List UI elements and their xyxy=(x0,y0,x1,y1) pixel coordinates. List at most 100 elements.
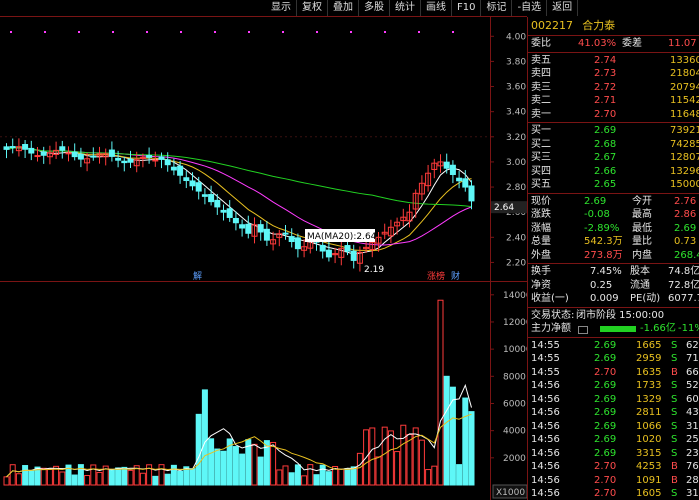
volume-bar xyxy=(443,375,450,486)
top-dot xyxy=(78,31,80,33)
quote-value: -0.08 xyxy=(584,209,610,220)
candle-body xyxy=(232,217,239,224)
volume-bar xyxy=(307,464,314,486)
ask-label: 卖五 xyxy=(531,54,551,66)
current-price-label: 2.64 xyxy=(494,203,514,213)
tick-direction: B xyxy=(671,461,678,472)
tick-volume: 2959 xyxy=(636,353,662,364)
top-dot xyxy=(112,31,114,33)
ask-row: 卖三 2.72 20794 xyxy=(528,81,699,95)
candle-body xyxy=(59,146,66,151)
volume-bar xyxy=(394,451,401,486)
toolbar-button[interactable]: 显示 xyxy=(266,0,297,16)
tick-count: 62 xyxy=(686,339,699,351)
tick-time: 14:56 xyxy=(531,461,560,472)
flow-icon[interactable] xyxy=(578,326,588,334)
tick-count: 31 xyxy=(686,420,699,432)
volume-bar xyxy=(418,439,425,486)
tick-time: 14:55 xyxy=(531,353,560,364)
tick-volume: 1665 xyxy=(636,339,662,351)
top-dot xyxy=(452,31,454,33)
toolbar-button[interactable]: -自选 xyxy=(512,0,548,16)
tick-row: 14:56 2.70 1605 S 31 xyxy=(528,487,699,500)
bid-label: 买五 xyxy=(531,179,551,190)
top-dot xyxy=(282,31,284,33)
volume-bar xyxy=(369,427,376,486)
toolbar-button[interactable]: 画线 xyxy=(421,0,452,16)
bid-label: 买四 xyxy=(531,165,551,177)
volume-bar xyxy=(350,466,357,486)
tick-volume: 1635 xyxy=(636,366,662,378)
tick-price: 2.69 xyxy=(594,420,617,432)
toolbar-button[interactable]: 叠加 xyxy=(328,0,359,16)
volume-bar xyxy=(270,441,277,486)
volume-bar xyxy=(232,446,239,486)
volume-bar xyxy=(90,464,97,486)
tick-time: 14:56 xyxy=(531,434,560,445)
top-dot xyxy=(384,31,386,33)
top-dot xyxy=(418,31,420,33)
top-dot xyxy=(146,31,148,33)
quote-value: 7.45% xyxy=(590,266,622,277)
quote-value: 2.69 xyxy=(584,195,607,207)
volume-bar xyxy=(121,466,128,486)
bid-volume: 12807 xyxy=(670,152,699,163)
volume-bar xyxy=(115,467,122,486)
volume-bar xyxy=(456,464,463,486)
price-axis-label: 3.00 xyxy=(506,158,526,168)
volume-bar xyxy=(257,456,264,486)
quote-label: 内盘 xyxy=(632,249,652,261)
tick-count: 60 xyxy=(686,393,699,405)
volume-bar xyxy=(400,424,407,486)
quote-value: 0.009 xyxy=(590,293,619,304)
candle-body xyxy=(71,151,78,158)
candle-body xyxy=(183,177,190,182)
tick-price: 2.70 xyxy=(594,488,617,499)
vol-axis-label: 10000 xyxy=(503,345,527,355)
tick-row: 14:55 2.70 1635 B 66 xyxy=(528,366,699,380)
main-flow-row[interactable]: 主力净额 -1.66亿 -11% xyxy=(528,322,699,336)
tick-direction: S xyxy=(671,420,678,432)
stock-header[interactable]: 002217 合力泰 xyxy=(528,17,699,34)
volume-bar xyxy=(288,472,295,486)
candle-body xyxy=(226,208,233,218)
main-flow-bar xyxy=(600,326,636,332)
volume-bar xyxy=(208,438,215,486)
quote-row: 现价 2.69 今开 2.76 xyxy=(528,195,699,209)
tick-price: 2.69 xyxy=(594,447,617,459)
stock-code: 002217 xyxy=(531,19,573,32)
quote-label: 换手 xyxy=(531,266,551,277)
tick-time: 14:56 xyxy=(531,447,560,459)
volume-bar xyxy=(77,464,84,486)
volume-bar xyxy=(46,468,53,486)
ask-row: 卖五 2.74 13360 xyxy=(528,54,699,68)
main-flow-label: 主力净额 xyxy=(531,323,571,334)
toolbar-button[interactable]: 标记 xyxy=(481,0,513,16)
vol-unit-label: X1000 xyxy=(496,488,525,498)
toolbar-button[interactable]: 复权 xyxy=(297,0,328,16)
toolbar-button[interactable]: F10 xyxy=(452,0,482,16)
quote-label: 流通 xyxy=(630,279,650,291)
quote-label: 收益(一) xyxy=(531,293,569,304)
tick-count: 23 xyxy=(686,447,699,459)
top-dot xyxy=(316,31,318,33)
candle-body xyxy=(3,146,10,150)
event-marker-cai: 财 xyxy=(451,270,460,282)
toolbar-button[interactable]: 返回 xyxy=(547,0,579,16)
candle-body xyxy=(9,146,16,149)
toolbar-button[interactable]: 统计 xyxy=(390,0,421,16)
volume-bar xyxy=(9,464,16,486)
candle-body xyxy=(34,155,41,158)
volume-bar xyxy=(319,464,326,486)
quote-label: 现价 xyxy=(531,195,551,207)
tick-price: 2.70 xyxy=(594,461,617,472)
tick-price: 2.70 xyxy=(594,366,617,378)
tick-price: 2.70 xyxy=(594,474,617,486)
tick-volume: 1020 xyxy=(636,434,662,445)
toolbar-button[interactable]: 多股 xyxy=(359,0,390,16)
volume-bar xyxy=(59,471,66,486)
kline-chart[interactable]: 4.003.803.603.403.203.002.802.602.402.20… xyxy=(0,0,527,500)
volume-bar xyxy=(214,448,221,486)
volume-bar xyxy=(437,299,444,486)
quote-value: 0.73 xyxy=(674,236,697,247)
